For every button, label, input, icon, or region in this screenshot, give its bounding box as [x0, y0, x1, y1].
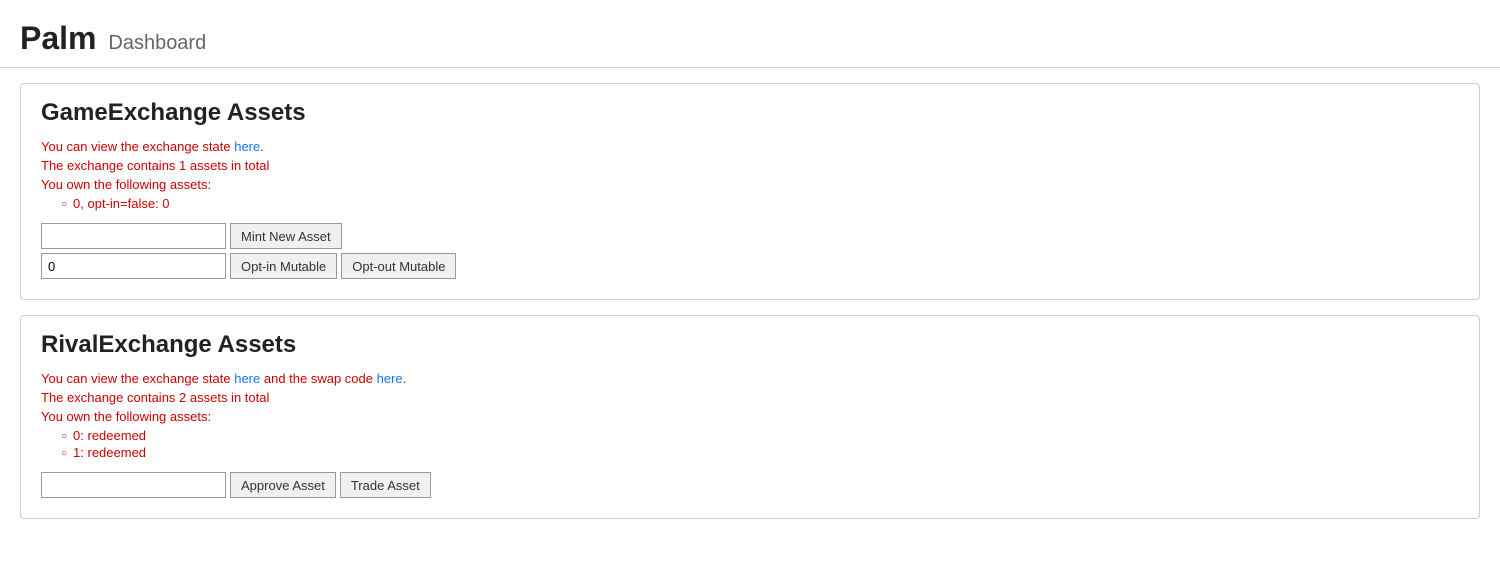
game-exchange-link[interactable]: here: [234, 139, 260, 154]
page-header: Palm Dashboard: [0, 0, 1500, 68]
main-content: GameExchange Assets You can view the exc…: [0, 83, 1500, 519]
approve-input[interactable]: [41, 472, 226, 498]
rival-exchange-link2[interactable]: here: [377, 371, 403, 386]
page-subtitle: Dashboard: [108, 32, 206, 54]
list-item: 1: redeemed: [61, 445, 1459, 460]
optin-mutable-button[interactable]: Opt-in Mutable: [230, 253, 337, 279]
mint-new-asset-button[interactable]: Mint New Asset: [230, 223, 342, 249]
game-exchange-title: GameExchange Assets: [41, 99, 1459, 127]
mint-action-row: Mint New Asset: [41, 223, 1459, 249]
game-exchange-info1: You can view the exchange state here.: [41, 139, 1459, 154]
rival-exchange-info1: You can view the exchange state here and…: [41, 371, 1459, 386]
approve-action-row: Approve Asset Trade Asset: [41, 472, 1459, 498]
game-exchange-info3: You own the following assets:: [41, 177, 1459, 192]
optin-action-row: Opt-in Mutable Opt-out Mutable: [41, 253, 1459, 279]
trade-asset-button[interactable]: Trade Asset: [340, 472, 431, 498]
rival-exchange-title: RivalExchange Assets: [41, 331, 1459, 359]
rival-exchange-info3: You own the following assets:: [41, 409, 1459, 424]
optin-input[interactable]: [41, 253, 226, 279]
optout-mutable-button[interactable]: Opt-out Mutable: [341, 253, 456, 279]
game-exchange-info2: The exchange contains 1 assets in total: [41, 158, 1459, 173]
mint-input[interactable]: [41, 223, 226, 249]
rival-exchange-link1[interactable]: here: [234, 371, 260, 386]
rival-exchange-assets-list: 0: redeemed 1: redeemed: [61, 428, 1459, 460]
approve-asset-button[interactable]: Approve Asset: [230, 472, 336, 498]
list-item: 0: redeemed: [61, 428, 1459, 443]
app-title: Palm: [20, 20, 96, 56]
rival-exchange-info2: The exchange contains 2 assets in total: [41, 390, 1459, 405]
game-exchange-card: GameExchange Assets You can view the exc…: [20, 83, 1480, 300]
game-exchange-assets-list: 0, opt-in=false: 0: [61, 196, 1459, 211]
list-item: 0, opt-in=false: 0: [61, 196, 1459, 211]
rival-exchange-card: RivalExchange Assets You can view the ex…: [20, 315, 1480, 519]
